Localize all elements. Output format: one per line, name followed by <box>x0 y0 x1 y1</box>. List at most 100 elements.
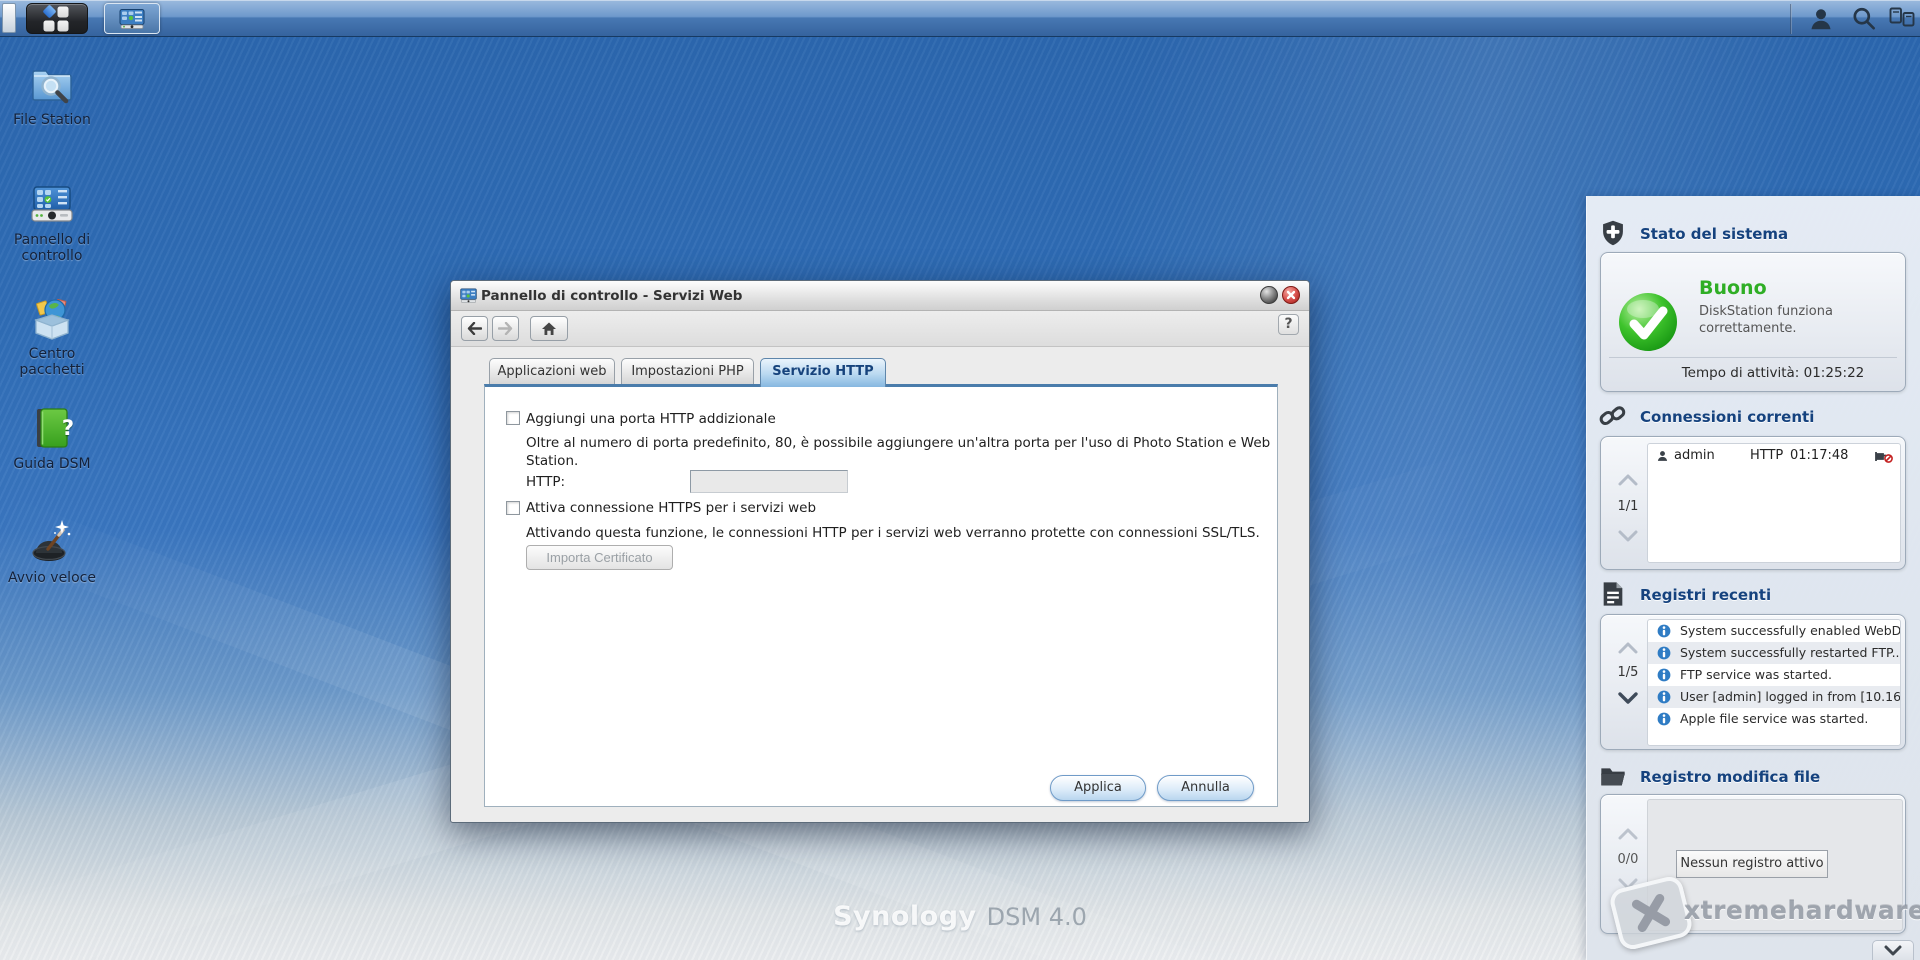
logs-page-indicator: 1/5 <box>1607 665 1649 680</box>
taskbar-open-app-control-panel[interactable] <box>104 3 160 34</box>
info-icon <box>1657 712 1671 726</box>
pilot-view-icon <box>1889 7 1915 31</box>
disconnect-icon[interactable] <box>1875 448 1893 464</box>
tab-impostazioni-php[interactable]: Impostazioni PHP <box>621 358 754 384</box>
window-titlebar[interactable]: Pannello di controllo - Servizi Web <box>451 281 1309 311</box>
widget-sidebar: Stato del sistema Buono DiskStation funz… <box>1586 196 1920 960</box>
minimize-button[interactable] <box>1260 286 1278 304</box>
desktop-icon-quick-start[interactable]: Avvio veloce <box>0 518 104 586</box>
connection-time: 01:17:48 <box>1790 444 1848 468</box>
logs-document-icon <box>1599 580 1627 608</box>
forward-arrow-icon <box>498 322 513 335</box>
user-icon <box>1808 6 1834 32</box>
servizio-http-panel: Aggiungi una porta HTTP addizionale Oltr… <box>484 384 1278 807</box>
close-icon <box>1286 290 1296 300</box>
system-status-title: Stato del sistema <box>1640 225 1788 243</box>
desktop-background: File Station Pannello di controllo Centr… <box>0 0 1920 960</box>
http-port-checkbox-label: Aggiungi una porta HTTP addizionale <box>526 411 776 427</box>
page-up-icon[interactable] <box>1617 827 1639 841</box>
file-log-empty-message: Nessun registro attivo <box>1676 850 1828 878</box>
apply-button[interactable]: Applica <box>1050 775 1146 801</box>
page-up-icon[interactable] <box>1617 473 1639 487</box>
http-port-input[interactable] <box>690 470 848 493</box>
info-icon <box>1657 646 1671 660</box>
cancel-button[interactable]: Annulla <box>1157 775 1254 801</box>
list-item[interactable]: System successfully restarted FTP... <box>1648 642 1900 664</box>
window-toolbar: ? <box>451 311 1309 347</box>
page-up-icon[interactable] <box>1617 641 1639 655</box>
desktop-icon-package-center[interactable]: Centro pacchetti <box>0 294 104 378</box>
main-menu-icon <box>44 6 71 31</box>
main-menu-button[interactable] <box>26 3 88 34</box>
logs-list: System successfully enabled WebD... Syst… <box>1647 619 1901 746</box>
info-icon <box>1657 690 1671 704</box>
taskbar <box>0 0 1920 37</box>
uptime-text: Tempo di attività: 01:25:22 <box>1641 365 1905 381</box>
control-panel-window-icon <box>460 288 477 304</box>
tab-bar: Applicazioni web Impostazioni PHP Serviz… <box>489 358 886 387</box>
list-item[interactable]: System successfully enabled WebD... <box>1648 620 1900 642</box>
control-panel-window: Pannello di controllo - Servizi Web ? Ap… <box>450 280 1310 823</box>
info-icon <box>1657 624 1671 638</box>
control-panel-window-icon <box>119 8 145 29</box>
desktop-icon-label: File Station <box>0 112 104 128</box>
search-button[interactable] <box>1842 2 1884 35</box>
list-item[interactable]: FTP service was started. <box>1648 664 1900 686</box>
info-icon <box>1657 668 1671 682</box>
file-station-icon <box>28 60 76 108</box>
dsm-version-text: DSM 4.0 <box>987 903 1087 931</box>
recent-logs-panel: 1/5 System successfully enabled WebD... … <box>1600 614 1906 750</box>
home-button[interactable] <box>530 316 568 341</box>
back-arrow-icon <box>467 322 482 335</box>
watermark-text: xtremehardware.com <box>1684 896 1920 925</box>
tab-servizio-http[interactable]: Servizio HTTP <box>760 358 886 387</box>
close-button[interactable] <box>1282 286 1300 304</box>
show-desktop-button[interactable] <box>2 3 16 33</box>
status-ok-icon <box>1617 291 1679 353</box>
http-port-checkbox[interactable] <box>506 411 520 425</box>
desktop-icon-file-station[interactable]: File Station <box>0 60 104 128</box>
recent-logs-title: Registri recenti <box>1640 586 1771 604</box>
https-description: Attivando questa funzione, le connession… <box>526 524 1274 542</box>
chevron-down-icon <box>1884 945 1902 956</box>
import-certificate-button[interactable]: Importa Certificato <box>526 545 673 570</box>
file-log-folder-icon <box>1599 762 1627 790</box>
sidebar-collapse-button[interactable] <box>1872 940 1914 960</box>
user-menu-button[interactable] <box>1800 2 1842 35</box>
list-item[interactable]: User [admin] logged in from [10.16... <box>1648 686 1900 708</box>
desktop-icon-label: Centro pacchetti <box>0 346 104 378</box>
tab-applicazioni-web[interactable]: Applicazioni web <box>489 358 615 384</box>
status-text: Buono <box>1699 277 1767 299</box>
http-port-field-label: HTTP: <box>526 474 565 490</box>
connections-link-icon <box>1599 402 1627 430</box>
list-item[interactable]: Apple file service was started. <box>1648 708 1900 730</box>
system-status-panel: Buono DiskStation funziona correttamente… <box>1600 252 1906 392</box>
help-glyph: ? <box>55 416 81 440</box>
control-panel-icon <box>28 180 76 228</box>
desktop-icon-label: Avvio veloce <box>0 570 104 586</box>
connection-row[interactable]: admin HTTP 01:17:48 <box>1648 444 1900 468</box>
desktop-icon-dsm-help[interactable]: ? Guida DSM <box>0 404 104 472</box>
user-icon <box>1656 449 1669 463</box>
https-checkbox[interactable] <box>506 501 520 515</box>
help-button[interactable]: ? <box>1278 314 1299 335</box>
status-description: DiskStation funziona correttamente. <box>1699 303 1859 337</box>
system-status-shield-icon <box>1599 219 1627 247</box>
forward-button[interactable] <box>492 316 519 341</box>
https-checkbox-label: Attiva connessione HTTPS per i servizi w… <box>526 500 816 516</box>
connections-list: admin HTTP 01:17:48 <box>1647 443 1901 563</box>
desktop-icon-control-panel[interactable]: Pannello di controllo <box>0 180 104 264</box>
dsm-logo: Synology DSM 4.0 <box>833 901 1087 932</box>
back-button[interactable] <box>461 316 488 341</box>
desktop-icon-label: Guida DSM <box>0 456 104 472</box>
search-icon <box>1850 5 1877 32</box>
connections-page-indicator: 1/1 <box>1607 499 1649 514</box>
synology-logo-text: Synology <box>833 901 977 932</box>
widgets-button[interactable] <box>1884 2 1920 35</box>
page-down-icon[interactable] <box>1617 691 1639 705</box>
magic-wand-icon <box>28 518 76 566</box>
desktop-icon-label: Pannello di controllo <box>0 232 104 264</box>
page-down-icon[interactable] <box>1617 529 1639 543</box>
file-log-page-indicator: 0/0 <box>1607 852 1649 867</box>
home-icon <box>541 321 557 336</box>
